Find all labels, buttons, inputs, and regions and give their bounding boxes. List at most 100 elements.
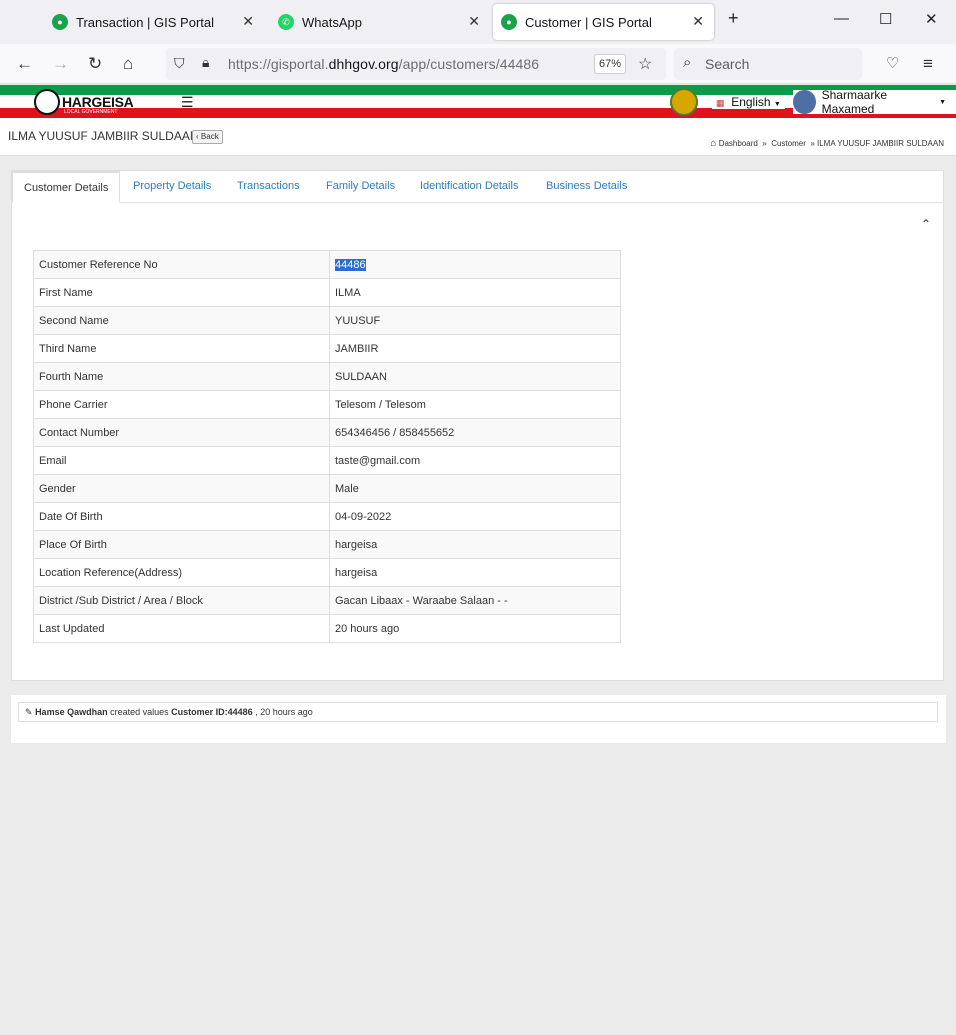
brand-subtitle: LOCAL GOVERNMENT xyxy=(64,109,118,115)
field-value: 04-09-2022 xyxy=(329,502,621,531)
user-menu[interactable]: Sharmaarke Maxamed ▼ xyxy=(793,88,956,116)
table-row: District /Sub District / Area / Block Gac… xyxy=(33,586,621,615)
app-header: HARGEISA LOCAL GOVERNMENT ☰ ▦ English ▼ … xyxy=(0,85,956,118)
activity-time: , 20 hours ago xyxy=(252,707,313,717)
field-label: Place Of Birth xyxy=(33,530,330,559)
close-tab-icon[interactable]: ✕ xyxy=(242,13,254,30)
brand-name: HARGEISA xyxy=(62,94,134,110)
customer-details-table: Customer Reference No 44486 First Name ILMA… xyxy=(33,250,621,643)
field-value: hargeisa xyxy=(329,558,621,587)
browser-tab-title: Customer | GIS Portal xyxy=(525,14,652,30)
home-icon[interactable]: ⌂ xyxy=(123,54,133,74)
whatsapp-icon: ✆ xyxy=(278,14,294,30)
browser-toolbar: ← → ↻ ⌂ ⛉ 🔒︎ https://gisportal.dhhgov.or… xyxy=(0,44,956,84)
table-row: Second Name YUUSUF xyxy=(33,306,621,335)
breadcrumb-customer[interactable]: Customer xyxy=(771,139,806,148)
field-label: Customer Reference No xyxy=(33,250,330,279)
table-row: Customer Reference No 44486 xyxy=(33,250,621,279)
field-label: Third Name xyxy=(33,334,330,363)
browser-tab-title: WhatsApp xyxy=(302,14,362,30)
table-row: First Name ILMA xyxy=(33,278,621,307)
field-value: Telesom / Telesom xyxy=(329,390,621,419)
field-value: taste@gmail.com xyxy=(329,446,621,475)
selected-reference-value[interactable]: 44486 xyxy=(335,258,366,271)
menu-icon[interactable]: ≡ xyxy=(923,54,933,74)
table-row: Third Name JAMBIIR xyxy=(33,334,621,363)
home-icon: ⌂ xyxy=(710,138,717,149)
customer-card: Customer Details Property Details Transa… xyxy=(11,170,944,681)
field-value: Male xyxy=(329,474,621,503)
field-value: YUUSUF xyxy=(329,306,621,335)
gis-favicon-icon: ● xyxy=(501,14,517,30)
zoom-level-badge[interactable]: 67% xyxy=(594,54,626,74)
activity-log: ✎ Hamse Qawdhan created values Customer … xyxy=(11,695,946,743)
lock-icon[interactable]: 🔒︎ xyxy=(202,54,209,71)
bookmark-star-icon[interactable]: ☆ xyxy=(638,54,652,74)
activity-action: created values xyxy=(107,707,172,717)
back-arrow-icon[interactable]: ← xyxy=(16,54,33,74)
field-value: 654346456 / 858455652 xyxy=(329,418,621,447)
url-text[interactable]: https://gisportal.dhhgov.org/app/custome… xyxy=(228,56,539,72)
gis-favicon-icon: ● xyxy=(52,14,68,30)
maximize-icon[interactable]: ☐ xyxy=(879,10,892,28)
field-value: ILMA xyxy=(329,278,621,307)
activity-entry: ✎ Hamse Qawdhan created values Customer … xyxy=(18,702,938,722)
detail-tabs: Customer Details Property Details Transa… xyxy=(12,171,943,203)
close-tab-icon[interactable]: ✕ xyxy=(692,13,704,30)
back-button[interactable]: ‹ Back xyxy=(192,130,223,144)
reload-icon[interactable]: ↻ xyxy=(88,54,102,74)
browser-tab-transaction[interactable]: ● Transaction | GIS Portal ✕ xyxy=(42,4,264,40)
search-icon: ⌕ xyxy=(683,54,692,71)
collapse-chevron-up-icon[interactable]: ⌃ xyxy=(921,217,931,231)
activity-target: Customer ID:44486 xyxy=(171,707,253,717)
field-label: Phone Carrier xyxy=(33,390,330,419)
field-value: SULDAAN xyxy=(329,362,621,391)
tab-business-details[interactable]: Business Details xyxy=(546,180,627,192)
table-row: Email taste@gmail.com xyxy=(33,446,621,475)
page-heading: ILMA YUUSUF JAMBIIR SULDAAN ‹ Back ⌂ Das… xyxy=(0,118,956,156)
table-row: Contact Number 654346456 / 858455652 xyxy=(33,418,621,447)
minimize-icon[interactable]: — xyxy=(834,10,849,27)
emblem-icon xyxy=(670,88,698,116)
table-row: Date Of Birth 04-09-2022 xyxy=(33,502,621,531)
activity-user: Hamse Qawdhan xyxy=(35,707,108,717)
field-label: Fourth Name xyxy=(33,362,330,391)
tab-property-details[interactable]: Property Details xyxy=(133,180,211,192)
forward-arrow-icon[interactable]: → xyxy=(52,54,69,74)
new-tab-icon[interactable]: + xyxy=(728,8,739,29)
table-row: Place Of Birth hargeisa xyxy=(33,530,621,559)
caret-down-icon: ▼ xyxy=(773,101,781,108)
uk-flag-icon: ▦ xyxy=(716,98,725,108)
pocket-icon[interactable]: ♡ xyxy=(886,54,899,72)
field-label: Location Reference(Address) xyxy=(33,558,330,587)
hamburger-menu-icon[interactable]: ☰ xyxy=(181,94,194,111)
url-bar[interactable]: ⛉ 🔒︎ https://gisportal.dhhgov.org/app/cu… xyxy=(166,48,666,80)
search-placeholder: Search xyxy=(705,56,750,72)
field-label: Date Of Birth xyxy=(33,502,330,531)
table-row: Fourth Name SULDAAN xyxy=(33,362,621,391)
close-tab-icon[interactable]: ✕ xyxy=(468,13,480,30)
chevron-left-icon: ‹ xyxy=(196,132,199,141)
field-label: Contact Number xyxy=(33,418,330,447)
field-label: Second Name xyxy=(33,306,330,335)
tab-transactions[interactable]: Transactions xyxy=(237,180,300,192)
tab-family-details[interactable]: Family Details xyxy=(326,180,395,192)
field-value: hargeisa xyxy=(329,530,621,559)
browser-tab-whatsapp[interactable]: ✆ WhatsApp ✕ xyxy=(268,4,490,40)
field-label: Gender xyxy=(33,474,330,503)
hargeisa-logo-icon[interactable] xyxy=(34,89,60,115)
browser-tab-bar: ● Transaction | GIS Portal ✕ ✆ WhatsApp … xyxy=(0,0,956,44)
browser-tab-title: Transaction | GIS Portal xyxy=(76,14,215,30)
field-value: JAMBIIR xyxy=(329,334,621,363)
shield-icon[interactable]: ⛉ xyxy=(174,55,185,72)
breadcrumb-dashboard[interactable]: Dashboard xyxy=(719,139,758,148)
browser-tab-customer[interactable]: ● Customer | GIS Portal ✕ xyxy=(493,4,714,40)
close-window-icon[interactable]: ✕ xyxy=(925,10,938,28)
field-value: Gacan Libaax - Waraabe Salaan - - xyxy=(329,586,621,615)
tab-identification-details[interactable]: Identification Details xyxy=(420,180,518,192)
tab-customer-details[interactable]: Customer Details xyxy=(12,171,121,203)
table-row: Location Reference(Address) hargeisa xyxy=(33,558,621,587)
language-selector[interactable]: ▦ English ▼ xyxy=(712,95,785,109)
browser-search-box[interactable]: ⌕ Search xyxy=(674,48,862,80)
breadcrumb-current: ILMA YUUSUF JAMBIIR SULDAAN xyxy=(817,139,944,148)
